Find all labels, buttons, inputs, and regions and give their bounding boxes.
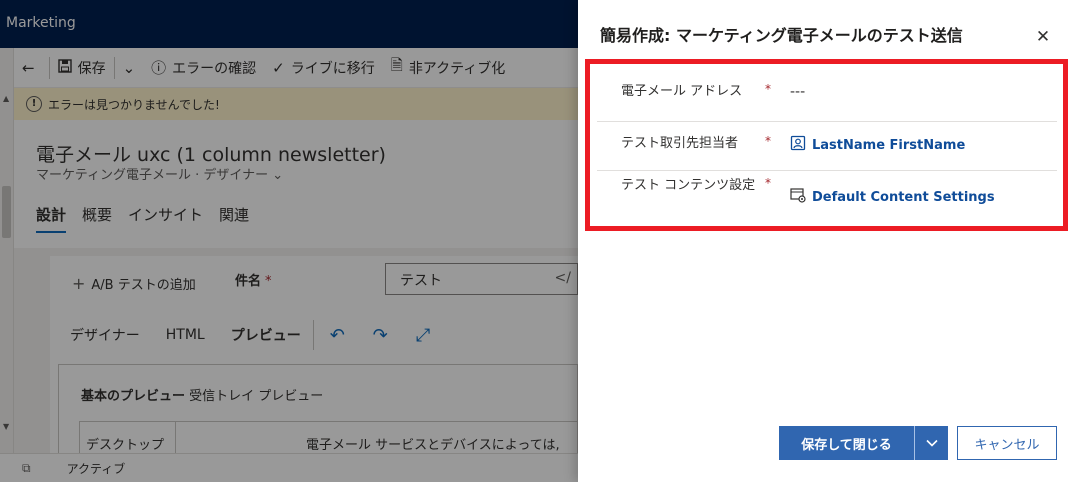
required-marker: * bbox=[765, 134, 771, 148]
save-and-close-split-button: 保存して閉じる bbox=[779, 426, 948, 460]
contact-icon bbox=[790, 135, 806, 155]
test-contact-field: テスト取引先担当者 * LastName FirstName bbox=[597, 122, 1057, 171]
panel-footer: 保存して閉じる キャンセル bbox=[779, 426, 1057, 460]
close-icon[interactable]: ✕ bbox=[1033, 27, 1053, 47]
background-app: Marketing ▲ ▼ ← 保存 ⌄ ⓘ エラーの確認 ✓ ライブに移行 🗎… bbox=[0, 0, 579, 482]
email-address-field: 電子メール アドレス * --- bbox=[597, 70, 1057, 122]
test-contact-link[interactable]: LastName FirstName bbox=[812, 138, 965, 153]
cancel-label: キャンセル bbox=[974, 437, 1040, 453]
chevron-down-icon bbox=[925, 436, 938, 451]
email-address-input[interactable]: --- bbox=[790, 84, 805, 100]
required-marker: * bbox=[765, 176, 771, 190]
content-settings-link[interactable]: Default Content Settings bbox=[812, 190, 995, 205]
test-content-settings-field: テスト コンテンツ設定 * Default Content Settings bbox=[597, 171, 1057, 222]
test-contact-lookup[interactable]: LastName FirstName bbox=[790, 135, 965, 155]
quick-create-panel: 簡易作成: マーケティング電子メールのテスト送信 ✕ 電子メール アドレス * … bbox=[578, 0, 1075, 482]
content-settings-lookup[interactable]: Default Content Settings bbox=[790, 187, 995, 207]
field-label: テスト コンテンツ設定 bbox=[621, 178, 756, 193]
field-label: テスト取引先担当者 bbox=[621, 136, 739, 151]
cancel-button[interactable]: キャンセル bbox=[957, 426, 1057, 460]
panel-title: 簡易作成: マーケティング電子メールのテスト送信 bbox=[600, 26, 963, 45]
field-value: --- bbox=[790, 84, 806, 100]
save-and-close-label: 保存して閉じる bbox=[801, 437, 892, 453]
required-marker: * bbox=[765, 82, 771, 96]
save-and-close-button[interactable]: 保存して閉じる bbox=[779, 426, 915, 460]
modal-overlay bbox=[0, 0, 578, 482]
content-settings-icon bbox=[790, 187, 806, 207]
field-label: 電子メール アドレス bbox=[621, 84, 743, 99]
save-options-dropdown[interactable] bbox=[915, 426, 948, 460]
